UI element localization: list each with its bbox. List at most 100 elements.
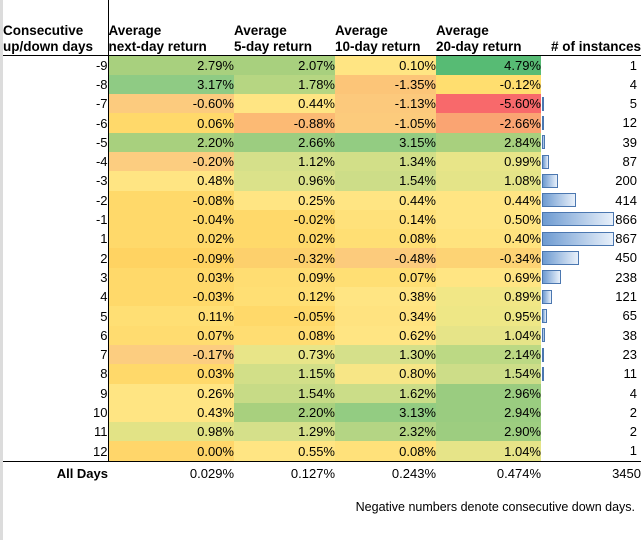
cell-5-day-return: 0.09% — [234, 267, 335, 288]
header-line-1: Average — [335, 22, 388, 38]
cell-5-day-return: 0.96% — [234, 171, 335, 191]
table-header-row: Consecutive up/down days Average next-da… — [3, 0, 641, 56]
instances-cell-wrapper: 65 — [541, 306, 641, 325]
cell-20-day-return: 0.89% — [436, 287, 541, 307]
cell-instances: 38 — [541, 325, 641, 345]
instances-value: 5 — [629, 96, 637, 112]
cell-5-day-return: 2.07% — [234, 55, 335, 75]
table-row: -6 0.06% -0.88% -1.05% -2.66% 12 — [3, 113, 641, 133]
totals-20-day-return: 0.474% — [436, 460, 541, 486]
table-row: 11 0.98% 1.29% 2.32% 2.90% 2 — [3, 422, 641, 442]
instances-data-bar — [542, 115, 544, 130]
table-body: -9 2.79% 2.07% 0.10% 4.79% 1 -8 3.17% 1.78% -1.35… — [3, 55, 641, 462]
instances-value: 2 — [629, 404, 637, 420]
cell-5-day-return: 1.15% — [234, 364, 335, 384]
cell-20-day-return: 2.14% — [436, 344, 541, 365]
cell-instances: 867 — [541, 229, 641, 249]
instances-cell-wrapper: 4 — [541, 384, 641, 403]
cell-5-day-return: 0.44% — [234, 94, 335, 114]
cell-instances: 39 — [541, 132, 641, 152]
cell-next-day-return: 0.26% — [108, 383, 234, 403]
table-row: -7 -0.60% 0.44% -1.13% -5.60% 5 — [3, 94, 641, 114]
cell-next-day-return: 0.02% — [108, 229, 234, 249]
cell-20-day-return: 0.99% — [436, 151, 541, 172]
row-label-consecutive-days: 4 — [3, 287, 109, 307]
cell-20-day-return: 0.40% — [436, 229, 541, 249]
table-row: 5 0.11% -0.05% 0.34% 0.95% 65 — [3, 306, 641, 326]
footnote-text: Negative numbers denote consecutive down… — [355, 500, 635, 514]
cell-20-day-return: 0.69% — [436, 267, 541, 288]
header-line-2: next-day return — [108, 38, 207, 54]
row-label-consecutive-days: 6 — [3, 325, 109, 345]
row-label-consecutive-days: 3 — [3, 267, 109, 288]
row-label-consecutive-days: 5 — [3, 306, 109, 326]
instances-value: 4 — [629, 385, 637, 401]
instances-data-bar — [542, 251, 579, 266]
table-row: 6 0.07% 0.08% 0.62% 1.04% 38 — [3, 325, 641, 345]
totals-row: All Days 0.029% 0.127% 0.243% 0.474% 345… — [3, 460, 641, 486]
cell-instances: 4 — [541, 383, 641, 403]
cell-20-day-return: 1.04% — [436, 441, 541, 462]
cell-20-day-return: 2.84% — [436, 132, 541, 152]
instances-data-bar — [542, 173, 559, 188]
cell-20-day-return: -0.12% — [436, 74, 541, 95]
cell-5-day-return: -0.05% — [234, 306, 335, 326]
row-label-consecutive-days: 12 — [3, 441, 109, 462]
instances-cell-wrapper: 87 — [541, 152, 641, 171]
cell-instances: 121 — [541, 287, 641, 307]
cell-10-day-return: 0.38% — [335, 287, 436, 307]
cell-20-day-return: 1.54% — [436, 364, 541, 384]
cell-10-day-return: -0.48% — [335, 248, 436, 268]
cell-next-day-return: 0.00% — [108, 441, 234, 462]
cell-5-day-return: -0.32% — [234, 248, 335, 268]
instances-value: 12 — [622, 115, 637, 131]
cell-instances: 2 — [541, 402, 641, 423]
cell-next-day-return: 2.79% — [108, 55, 234, 75]
row-label-consecutive-days: 1 — [3, 229, 109, 249]
cell-next-day-return: 3.17% — [108, 74, 234, 95]
header-line-2: 10-day return — [335, 38, 421, 54]
cell-next-day-return: -0.04% — [108, 209, 234, 230]
instances-value: 238 — [615, 269, 637, 285]
cell-10-day-return: 1.54% — [335, 171, 436, 191]
cell-next-day-return: -0.09% — [108, 248, 234, 268]
cell-10-day-return: 0.10% — [335, 55, 436, 75]
instances-cell-wrapper: 121 — [541, 287, 641, 306]
returns-heatmap-table: Consecutive up/down days Average next-da… — [3, 0, 641, 486]
header-line-1: Average — [108, 22, 162, 38]
cell-20-day-return: 1.08% — [436, 171, 541, 191]
cell-next-day-return: 0.03% — [108, 364, 234, 384]
totals-next-day-return: 0.029% — [108, 460, 234, 486]
instances-cell-wrapper: 1 — [541, 56, 641, 75]
cell-20-day-return: 2.90% — [436, 422, 541, 442]
instances-data-bar — [542, 135, 546, 150]
cell-next-day-return: -0.03% — [108, 287, 234, 307]
row-label-consecutive-days: -8 — [3, 74, 109, 95]
cell-10-day-return: -1.05% — [335, 113, 436, 133]
row-label-consecutive-days: 10 — [3, 402, 109, 423]
cell-20-day-return: 0.44% — [436, 190, 541, 210]
column-header-5-day-return: Average 5-day return — [234, 0, 335, 56]
cell-instances: 23 — [541, 344, 641, 365]
table-row: -8 3.17% 1.78% -1.35% -0.12% 4 — [3, 74, 641, 95]
column-header-next-day-return: Average next-day return — [108, 0, 234, 56]
row-label-consecutive-days: 11 — [3, 422, 109, 442]
cell-10-day-return: 1.62% — [335, 383, 436, 403]
instances-cell-wrapper: 866 — [541, 210, 641, 229]
cell-5-day-return: 0.55% — [234, 441, 335, 462]
instances-value: 38 — [622, 327, 637, 343]
cell-instances: 866 — [541, 209, 641, 230]
row-label-consecutive-days: 9 — [3, 383, 109, 403]
cell-10-day-return: -1.13% — [335, 94, 436, 114]
table-row: 12 0.00% 0.55% 0.08% 1.04% 1 — [3, 441, 641, 462]
cell-instances: 238 — [541, 267, 641, 288]
cell-20-day-return: 1.04% — [436, 325, 541, 345]
instances-cell-wrapper: 38 — [541, 326, 641, 345]
instances-value: 866 — [615, 211, 637, 227]
cell-next-day-return: -0.20% — [108, 151, 234, 172]
cell-10-day-return: 0.08% — [335, 441, 436, 462]
cell-20-day-return: 4.79% — [436, 55, 541, 75]
instances-cell-wrapper: 11 — [541, 364, 641, 383]
instances-value: 121 — [615, 289, 637, 305]
row-label-consecutive-days: -5 — [3, 132, 109, 152]
